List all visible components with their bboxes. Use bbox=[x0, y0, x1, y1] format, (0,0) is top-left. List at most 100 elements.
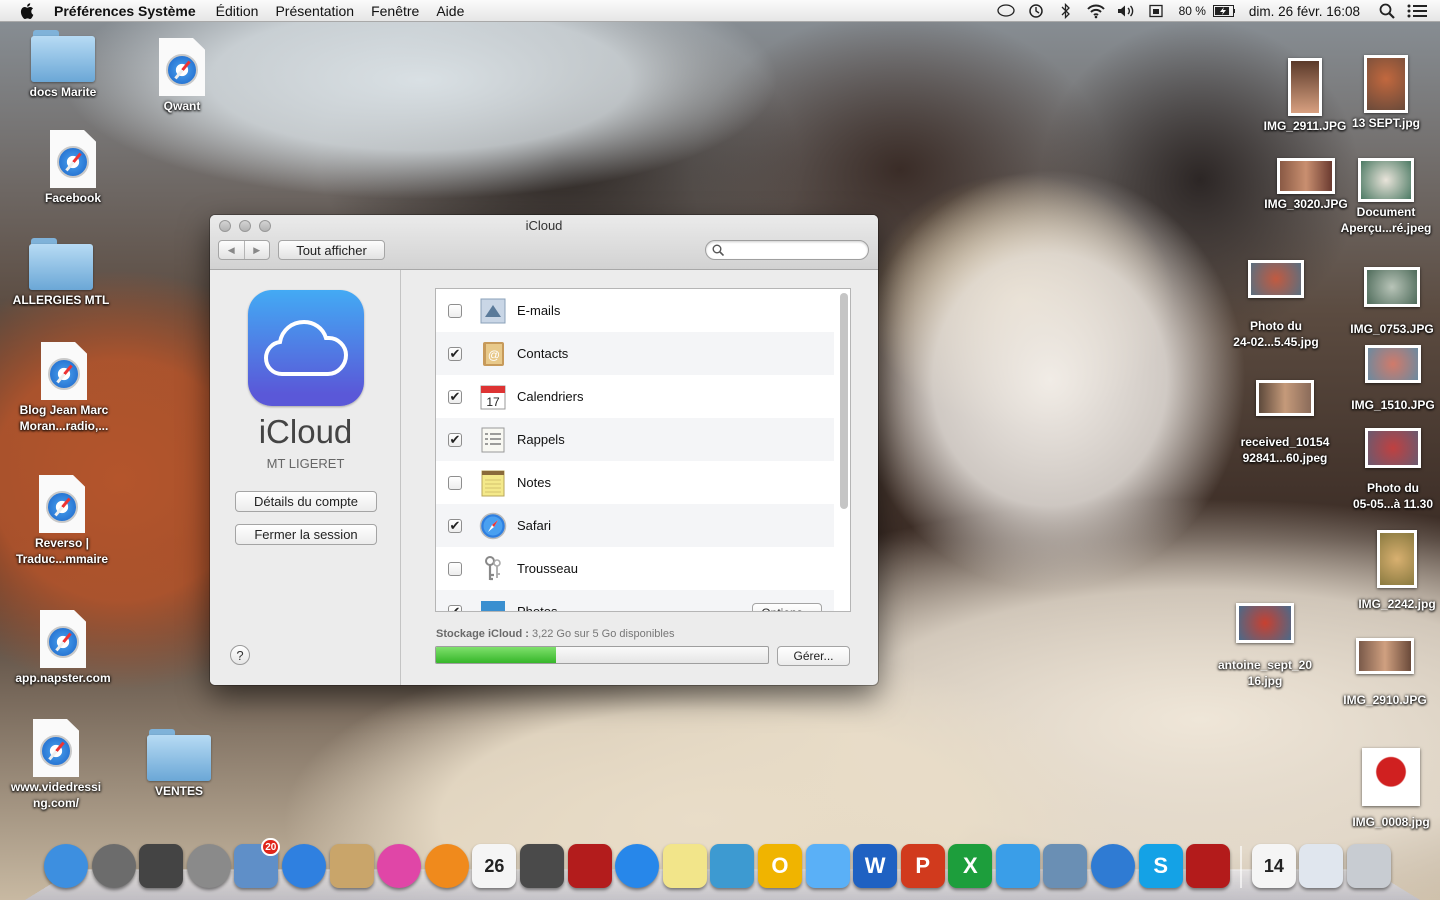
dock-word-icon[interactable]: W bbox=[853, 844, 898, 888]
dock-calendar-icon[interactable]: 26 bbox=[472, 844, 517, 888]
apple-menu-icon[interactable] bbox=[0, 2, 54, 19]
menu-window[interactable]: Fenêtre bbox=[371, 3, 419, 19]
dock-finder-icon[interactable] bbox=[44, 844, 88, 888]
dock-app-store-icon[interactable] bbox=[615, 844, 660, 888]
forward-arrow-icon[interactable]: ▶ bbox=[245, 241, 270, 259]
dock-powerpoint-icon[interactable]: P bbox=[900, 844, 945, 888]
battery-icon[interactable] bbox=[1212, 3, 1235, 19]
back-arrow-icon[interactable]: ◀ bbox=[219, 241, 245, 259]
dock-network-icon[interactable] bbox=[1043, 844, 1088, 888]
desktop-image-photo-0505[interactable]: Photo du 05-05...à 11.30 bbox=[1328, 428, 1440, 512]
desktop-icon-label: Qwant bbox=[163, 99, 201, 113]
dock-badge: 20 bbox=[261, 838, 281, 856]
dock-messenger-icon[interactable] bbox=[995, 844, 1040, 888]
service-row-contacts[interactable]: ✔ @ Contacts bbox=[436, 332, 834, 375]
dock-mail-doc-icon[interactable] bbox=[1299, 844, 1344, 888]
notification-bubble-icon[interactable] bbox=[995, 3, 1017, 19]
notification-center-icon[interactable] bbox=[1406, 3, 1428, 19]
dock-calendar-small-icon[interactable]: 14 bbox=[1251, 844, 1296, 888]
service-label: E-mails bbox=[517, 303, 561, 318]
list-scrollbar[interactable] bbox=[840, 293, 848, 509]
help-button[interactable]: ? bbox=[230, 645, 250, 665]
desktop-image-13sept[interactable]: 13 SEPT.jpg bbox=[1321, 55, 1440, 131]
dock-acrobat-icon[interactable] bbox=[1186, 844, 1231, 888]
service-checkbox[interactable] bbox=[448, 303, 462, 318]
dock-skype-icon[interactable]: S bbox=[1138, 844, 1183, 888]
wifi-icon[interactable] bbox=[1085, 3, 1107, 19]
dock-stickies-icon[interactable] bbox=[662, 844, 707, 888]
dock-facetime-icon[interactable] bbox=[519, 844, 564, 888]
service-checkbox[interactable] bbox=[448, 561, 462, 576]
menu-app-name[interactable]: Préférences Système bbox=[54, 3, 196, 19]
service-checkbox[interactable]: ✔ bbox=[448, 432, 462, 447]
dock-excel-icon[interactable]: X bbox=[948, 844, 993, 888]
desktop-image-photo-2402[interactable]: Photo du 24-02...5.45.jpg bbox=[1211, 260, 1341, 350]
dock-launchpad-icon[interactable] bbox=[91, 844, 136, 888]
desktop-webloc-facebook[interactable]: Facebook bbox=[8, 130, 138, 206]
dock-mission-control-icon[interactable] bbox=[139, 844, 184, 888]
menu-help[interactable]: Aide bbox=[436, 3, 464, 19]
menu-clock[interactable]: dim. 26 févr. 16:08 bbox=[1249, 4, 1360, 19]
icloud-cloud-icon bbox=[248, 290, 364, 406]
battery-percent[interactable]: 80 % bbox=[1179, 4, 1206, 18]
show-all-button[interactable]: Tout afficher bbox=[278, 240, 385, 260]
search-input[interactable] bbox=[728, 243, 863, 257]
desktop-icon-label: Photo du 24-02...5.45.jpg bbox=[1233, 319, 1319, 349]
dock-safari-icon[interactable] bbox=[281, 844, 326, 888]
service-checkbox[interactable]: ✔ bbox=[448, 346, 462, 361]
desktop-image-antoine[interactable]: antoine_sept_20 16.jpg bbox=[1200, 603, 1330, 689]
dock-iphoto-icon[interactable] bbox=[710, 844, 755, 888]
photos-landscape-icon bbox=[479, 598, 507, 611]
service-row-safari[interactable]: ✔ Safari bbox=[436, 504, 834, 547]
desktop-webloc-blog[interactable]: Blog Jean Marc Moran...radio,... bbox=[0, 342, 129, 434]
dock-system-preferences-icon[interactable] bbox=[186, 844, 231, 888]
desktop-folder-allergies[interactable]: ALLERGIES MTL bbox=[0, 232, 126, 308]
service-row-mail[interactable]: E-mails bbox=[436, 289, 834, 332]
photos-options-button[interactable]: Options... bbox=[752, 603, 822, 611]
bluetooth-icon[interactable] bbox=[1055, 3, 1077, 19]
menu-edition[interactable]: Édition bbox=[216, 3, 259, 19]
services-list: E-mails ✔ @ Contacts ✔ 17 Calendriers ✔ bbox=[435, 288, 851, 612]
service-checkbox[interactable]: ✔ bbox=[448, 604, 462, 611]
spotlight-search-icon[interactable] bbox=[1376, 3, 1398, 19]
dock-contacts-icon[interactable] bbox=[329, 844, 374, 888]
manage-storage-button[interactable]: Gérer... bbox=[777, 646, 850, 666]
service-checkbox[interactable]: ✔ bbox=[448, 518, 462, 533]
desktop-image-img2242[interactable]: IMG_2242.jpg bbox=[1332, 530, 1440, 612]
volume-icon[interactable] bbox=[1115, 3, 1137, 19]
dock-ibooks-icon[interactable] bbox=[424, 844, 469, 888]
desktop-image-img0008[interactable]: IMG_0008.jpg bbox=[1326, 748, 1440, 830]
dock-photo-booth-icon[interactable] bbox=[567, 844, 612, 888]
time-machine-icon[interactable] bbox=[1025, 3, 1047, 19]
storage-usage-bar bbox=[435, 646, 769, 664]
service-row-calendars[interactable]: ✔ 17 Calendriers bbox=[436, 375, 834, 418]
desktop-webloc-reverso[interactable]: Reverso | Traduc...mmaire bbox=[0, 475, 127, 567]
desktop-image-img0753[interactable]: IMG_0753.JPG bbox=[1327, 267, 1440, 337]
calendar-menu-icon[interactable] bbox=[1145, 3, 1167, 19]
desktop-folder-ventes[interactable]: VENTES bbox=[114, 723, 244, 799]
search-field[interactable] bbox=[705, 240, 869, 260]
desktop-folder-docs-marite[interactable]: docs Marite bbox=[0, 24, 128, 100]
folder-icon bbox=[29, 238, 93, 290]
service-row-notes[interactable]: Notes bbox=[436, 461, 834, 504]
service-row-reminders[interactable]: ✔ Rappels bbox=[436, 418, 834, 461]
desktop-image-document-apercu[interactable]: Document Aperçu...ré.jpeg bbox=[1321, 158, 1440, 236]
dock-trash-icon[interactable] bbox=[1347, 844, 1392, 888]
dock-downloads-globe-icon[interactable] bbox=[1091, 844, 1136, 888]
dock-itunes-icon[interactable] bbox=[377, 844, 422, 888]
desktop-webloc-napster[interactable]: app.napster.com bbox=[0, 610, 128, 686]
account-name: MT LIGERET bbox=[266, 456, 345, 471]
service-checkbox[interactable]: ✔ bbox=[448, 389, 462, 404]
desktop-webloc-videdressing[interactable]: www.videdressi ng.com/ bbox=[0, 719, 121, 811]
account-details-button[interactable]: Détails du compte bbox=[235, 491, 377, 512]
dock-messages-icon[interactable] bbox=[805, 844, 850, 888]
dock-outlook-icon[interactable]: O bbox=[757, 844, 802, 888]
window-title: iCloud bbox=[525, 218, 563, 233]
service-row-keychain[interactable]: Trousseau bbox=[436, 547, 834, 590]
dock-mail-icon[interactable]: 20 bbox=[234, 838, 281, 888]
service-checkbox[interactable] bbox=[448, 475, 462, 490]
menu-presentation[interactable]: Présentation bbox=[275, 3, 354, 19]
desktop-webloc-qwant[interactable]: Qwant bbox=[117, 38, 247, 114]
desktop-image-img2910[interactable]: IMG_2910.JPG bbox=[1320, 638, 1440, 708]
sign-out-button[interactable]: Fermer la session bbox=[235, 524, 377, 545]
